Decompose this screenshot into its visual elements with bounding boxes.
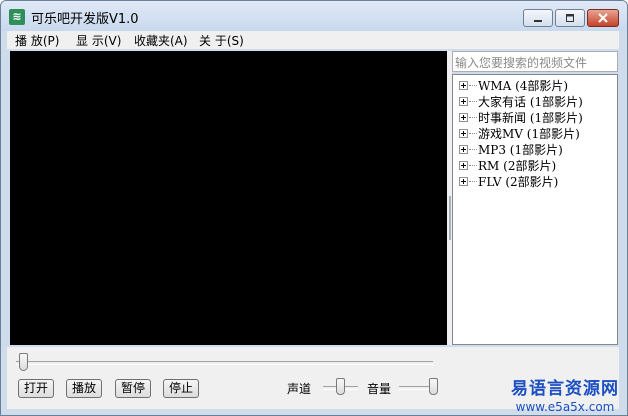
expand-icon[interactable] [459, 145, 468, 154]
maximize-icon [566, 14, 574, 22]
play-button[interactable]: 播放 [66, 379, 102, 398]
volume-slider-thumb[interactable] [429, 378, 438, 395]
balance-slider-thumb[interactable] [336, 378, 345, 395]
tree-item-label: WMA (4部影片) [478, 79, 569, 93]
menu-about[interactable]: 关 于(S) [199, 32, 244, 49]
tree-item-label: MP3 (1部影片) [478, 143, 563, 157]
expand-icon[interactable] [459, 81, 468, 90]
expand-icon[interactable] [459, 113, 468, 122]
menu-favorites[interactable]: 收藏夹(A) [134, 32, 188, 49]
title-bar[interactable]: ≋ 可乐吧开发版V1.0 [1, 1, 627, 31]
pause-button[interactable]: 暂停 [115, 379, 151, 398]
seek-bar-thumb[interactable] [19, 353, 28, 371]
watermark-text: 易语言资源网 [511, 379, 619, 399]
watermark-url: www.e5a5x.com [515, 400, 615, 414]
window-title: 可乐吧开发版V1.0 [31, 12, 139, 27]
seek-bar-track[interactable] [16, 361, 433, 365]
expand-icon[interactable] [459, 97, 468, 106]
close-button[interactable] [587, 9, 619, 27]
volume-label: 音量 [367, 382, 392, 396]
menu-play[interactable]: 播 放(P) [15, 32, 59, 49]
tree-item-label: RM (2部影片) [478, 159, 557, 173]
tree-item-label: 游戏MV (1部影片) [478, 127, 580, 141]
app-logo-icon: ≋ [9, 9, 25, 25]
balance-label: 声道 [287, 382, 312, 396]
splitter-grip[interactable] [449, 196, 451, 240]
tree-item-label: 大家有话 (1部影片) [478, 95, 583, 109]
tree-item-label: FLV (2部影片) [478, 175, 559, 189]
minimize-icon [534, 20, 542, 22]
search-input[interactable] [452, 51, 618, 72]
expand-icon[interactable] [459, 129, 468, 138]
close-icon [598, 13, 608, 23]
maximize-button[interactable] [555, 9, 585, 27]
tree-item-label: 时事新闻 (1部影片) [478, 111, 583, 125]
watermark: 易语言资源网 www.e5a5x.com [510, 374, 620, 414]
stop-button[interactable]: 停止 [163, 379, 199, 398]
menu-view[interactable]: 显 示(V) [76, 32, 121, 49]
menu-bar: 播 放(P) 显 示(V) 收藏夹(A) 关 于(S) [7, 31, 619, 49]
video-display[interactable] [10, 51, 447, 345]
expand-icon[interactable] [459, 161, 468, 170]
video-category-tree: WMA (4部影片) 大家有话 (1部影片) 时事新闻 (1部影片) 游戏MV … [452, 74, 618, 345]
open-button[interactable]: 打开 [18, 379, 54, 398]
minimize-button[interactable] [523, 9, 553, 27]
expand-icon[interactable] [459, 177, 468, 186]
